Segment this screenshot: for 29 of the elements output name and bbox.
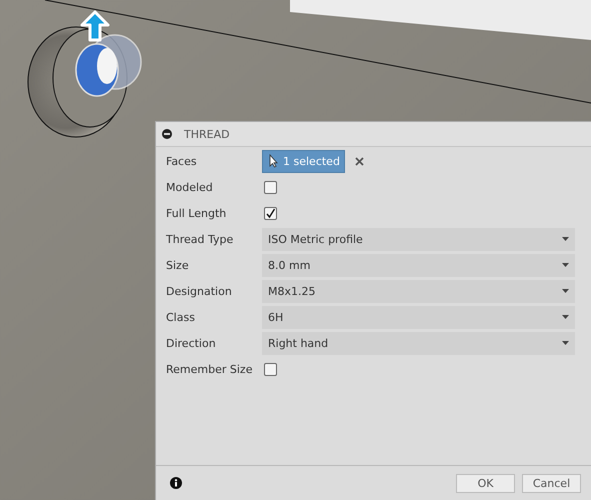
field-label: Remember Size (165, 362, 254, 376)
dropdown-arrow-icon (562, 315, 569, 319)
dropdown-arrow-icon (562, 341, 569, 345)
checkbox[interactable] (264, 206, 277, 220)
field-label: Full Length (165, 206, 228, 220)
field-label: Faces (165, 154, 198, 168)
dropdown-arrow-icon (562, 289, 569, 293)
clear-icon[interactable] (354, 156, 364, 166)
dialog-button[interactable]: OK (456, 474, 515, 492)
field-label: Class (165, 310, 196, 324)
collapse-icon[interactable] (162, 129, 172, 139)
field-label: Size (165, 258, 190, 272)
dropdown[interactable]: 6H (262, 306, 575, 328)
checkbox[interactable] (264, 180, 277, 194)
dropdown[interactable]: 8.0 mm (262, 254, 575, 276)
field-label: Direction (165, 336, 217, 350)
cursor-icon (269, 154, 278, 168)
dropdown[interactable]: Right hand (262, 332, 575, 354)
dropdown[interactable]: ISO Metric profile (262, 228, 575, 250)
dropdown-arrow-icon (562, 237, 569, 241)
panel-title: THREAD (184, 128, 230, 140)
dialog-button[interactable]: Cancel (522, 474, 581, 492)
info-icon[interactable] (170, 477, 182, 489)
field-label: Modeled (165, 180, 214, 194)
dropdown[interactable]: M8x1.25 (262, 280, 575, 302)
checkbox[interactable] (264, 362, 277, 376)
dropdown-arrow-icon (562, 263, 569, 267)
field-label: Thread Type (165, 232, 234, 246)
field-label: Designation (165, 284, 233, 298)
